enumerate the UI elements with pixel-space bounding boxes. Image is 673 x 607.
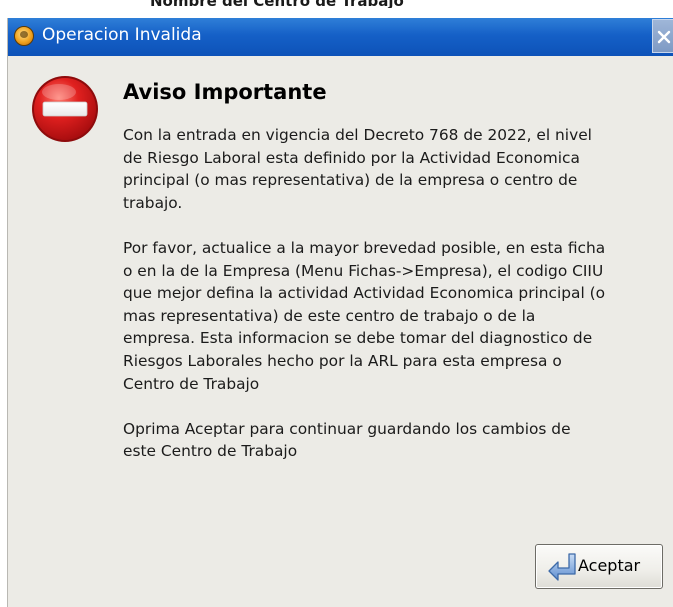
dialog-message: Con la entrada en vigencia del Decreto 7… [123,124,671,486]
message-paragraph: Oprima Aceptar para continuar guardando … [123,418,671,463]
return-arrow-icon [548,553,576,581]
message-line: Con la entrada en vigencia del Decreto 7… [123,126,592,144]
accept-button-label: Aceptar [578,556,641,575]
message-line: o en la de la Empresa (Menu Fichas->Empr… [123,261,604,280]
close-button[interactable] [652,19,673,53]
dialog-heading: Aviso Importante [123,80,327,104]
operacion-invalida-dialog: Operacion Invalida Aviso Importante Con … [7,18,673,607]
message-line: que mejor defina la actividad Actividad … [123,284,606,303]
message-line: este Centro de Trabajo [123,442,298,461]
accept-button[interactable]: Aceptar [535,544,663,589]
close-icon [657,30,671,44]
message-line: Oprima Aceptar para continuar guardando … [123,419,571,438]
message-line: mas representativa) de este centro de tr… [123,306,536,325]
message-line: Riesgos Laborales hecho por la ARL para … [123,351,562,370]
background-window-label: Nombre del Centro de Trabajo [150,0,510,8]
dialog-title: Operacion Invalida [42,25,202,45]
message-line: Por favor, actualice a la mayor brevedad… [123,238,606,257]
message-paragraph: Por favor, actualice a la mayor brevedad… [123,237,671,395]
message-paragraph: Con la entrada en vigencia del Decreto 7… [123,124,671,214]
message-line: trabajo. [123,193,183,212]
stop-icon [32,76,98,142]
message-line: principal (o mas representativa) de la e… [123,171,578,190]
message-line: empresa. Esta informacion se debe tomar … [123,329,593,348]
message-line: de Riesgo Laboral esta definido por la A… [123,148,580,167]
warning-icon [14,26,34,46]
message-line: Centro de Trabajo [123,374,260,393]
dialog-titlebar[interactable]: Operacion Invalida [8,18,673,56]
